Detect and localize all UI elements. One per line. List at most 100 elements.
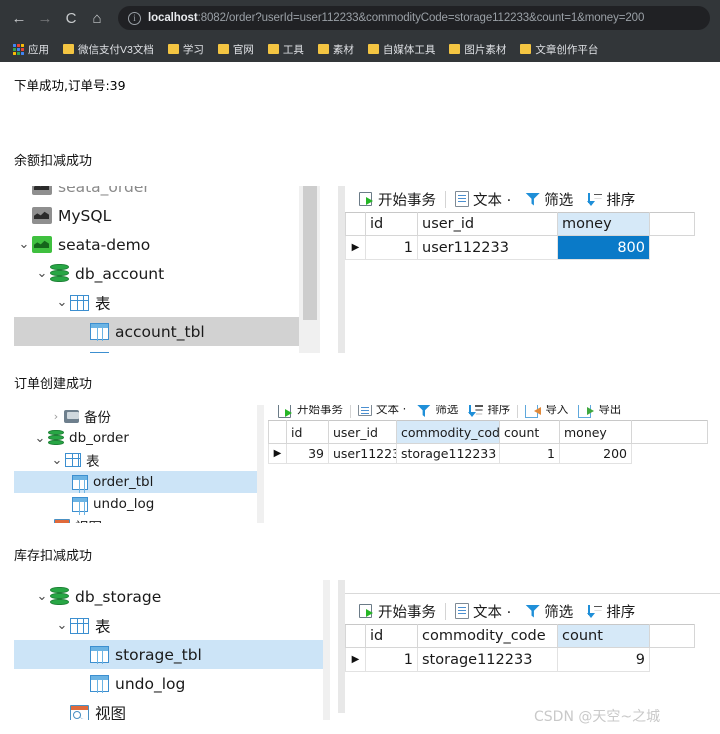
tree-item-label: db_storage	[75, 587, 162, 606]
chevron-down-icon[interactable]: ⌄	[32, 431, 48, 446]
sort-button[interactable]: 排序	[463, 405, 515, 417]
table-row[interactable]: ▶ 1 storage112233 9	[345, 647, 695, 672]
cell-count[interactable]: 9	[557, 647, 650, 672]
reload-icon[interactable]: C	[58, 5, 84, 31]
chevron-down-icon[interactable]: ⌄	[16, 237, 32, 252]
address-bar-url: localhost:8082/order?userId=user112233&c…	[148, 12, 644, 24]
column-header-count[interactable]: count	[499, 420, 560, 444]
import-button[interactable]: 导入	[520, 405, 573, 418]
bookmark-item[interactable]: 素材	[311, 39, 361, 59]
chevron-down-icon[interactable]: ⌄	[34, 266, 50, 281]
tree-item-db-storage[interactable]: ⌄ db_storage	[14, 582, 323, 611]
toolbar-label: 筛选	[544, 192, 574, 209]
column-header-commodity-code[interactable]: commodity_code	[396, 420, 500, 444]
tree-item-db-account[interactable]: ⌄ db_account	[14, 259, 299, 288]
filter-button[interactable]: 筛选	[518, 601, 580, 622]
bookmark-item[interactable]: 自媒体工具	[361, 39, 443, 59]
tree-item-views-clipped[interactable]: 视图	[14, 515, 257, 523]
begin-transaction-button[interactable]: 开始事务	[351, 189, 443, 210]
column-header-user-id[interactable]: user_id	[328, 420, 397, 444]
filter-button[interactable]: 筛选	[518, 189, 580, 210]
filter-button[interactable]: 筛选	[411, 405, 463, 417]
tree-item-tables-folder[interactable]: ⌄ 表	[14, 288, 299, 317]
tree-item-db-order[interactable]: ⌄ db_order	[14, 427, 257, 449]
row-marker[interactable]: ▶	[345, 647, 366, 672]
begin-transaction-button[interactable]: 开始事务	[272, 405, 348, 418]
cell-money[interactable]: 800	[557, 235, 650, 260]
tree-item-seata-demo[interactable]: ⌄ seata-demo	[14, 230, 299, 259]
column-header-money[interactable]: money	[559, 420, 632, 444]
column-header-id[interactable]: id	[365, 624, 418, 648]
navicat-grid-screenshot-order: 开始事务 文本 · 筛选 排序 导入 导出 id user_id commodi…	[268, 405, 720, 523]
cell-user-id[interactable]: user11223	[328, 443, 397, 464]
browser-toolbar: ← → C ⌂ i localhost:8082/order?userId=us…	[0, 0, 720, 36]
text-button[interactable]: 文本 ·	[448, 189, 518, 210]
bookmark-item[interactable]: 图片素材	[442, 39, 513, 59]
column-header-user-id[interactable]: user_id	[417, 212, 558, 236]
cell-count[interactable]: 1	[499, 443, 560, 464]
tree-scrollbar-account[interactable]	[303, 186, 317, 320]
tree-item-undo-log[interactable]: undo_log	[14, 669, 323, 698]
bookmark-item[interactable]: 工具	[261, 39, 311, 59]
chevron-down-icon[interactable]: ⌄	[34, 589, 50, 604]
tree-item-storage-tbl[interactable]: storage_tbl	[14, 640, 323, 669]
cell-commodity-code[interactable]: storage112233	[417, 647, 558, 672]
tree-item-undo-log[interactable]: undo_log	[14, 493, 257, 515]
bookmark-item[interactable]: 学习	[161, 39, 211, 59]
text-button[interactable]: 文本 ·	[353, 405, 411, 417]
bookmark-item[interactable]: 应用	[6, 39, 56, 59]
column-header-count[interactable]: count	[557, 624, 650, 648]
grid-left-gutter[interactable]	[338, 186, 345, 353]
column-header-filler	[649, 624, 695, 648]
sort-button[interactable]: 排序	[580, 601, 642, 622]
chevron-down-icon[interactable]: ⌄	[49, 453, 65, 468]
db-tree-account: seata_order MySQL ⌄ seata-demo ⌄ db_acco…	[14, 186, 299, 353]
column-header-money[interactable]: money	[557, 212, 650, 236]
navicat-tree-screenshot-order: › 备份 ⌄ db_order ⌄ 表 order_tbl undo_log	[14, 405, 264, 523]
cell-id[interactable]: 1	[365, 647, 418, 672]
forward-icon[interactable]: →	[32, 5, 58, 31]
chevron-right-icon[interactable]: ›	[48, 410, 64, 423]
column-header-id[interactable]: id	[365, 212, 418, 236]
cell-id[interactable]: 39	[286, 443, 329, 464]
text-button[interactable]: 文本 ·	[448, 601, 518, 622]
table-row[interactable]: ▶ 39 user11223 storage112233 1 200	[268, 443, 708, 464]
filter-icon	[525, 192, 540, 207]
cell-money[interactable]: 200	[559, 443, 632, 464]
cell-id[interactable]: 1	[365, 235, 418, 260]
bookmark-item[interactable]: 官网	[211, 39, 261, 59]
row-marker[interactable]: ▶	[345, 235, 366, 260]
column-header-commodity-code[interactable]: commodity_code	[417, 624, 558, 648]
tree-item-backup[interactable]: › 备份	[14, 405, 257, 427]
begin-transaction-icon	[277, 405, 293, 418]
tree-item-tables-folder[interactable]: ⌄ 表	[14, 449, 257, 471]
cell-filler	[631, 443, 708, 464]
table-row[interactable]: ▶ 1 user112233 800	[345, 235, 695, 260]
home-icon[interactable]: ⌂	[84, 5, 110, 31]
folder-icon	[217, 44, 229, 54]
view-icon	[70, 704, 89, 720]
sort-button[interactable]: 排序	[580, 189, 642, 210]
chevron-down-icon[interactable]: ⌄	[54, 295, 70, 310]
chevron-down-icon[interactable]: ⌄	[54, 618, 70, 633]
begin-transaction-button[interactable]: 开始事务	[351, 601, 443, 622]
row-marker[interactable]: ▶	[268, 443, 287, 464]
export-button[interactable]: 导出	[573, 405, 626, 418]
tree-item-views[interactable]: 视图	[14, 698, 323, 720]
tree-item-tables-folder[interactable]: ⌄ 表	[14, 611, 323, 640]
mysql-connection-icon	[32, 186, 52, 195]
bookmark-item[interactable]: 微信支付V3文档	[56, 39, 161, 59]
tree-item-mysql[interactable]: MySQL	[14, 201, 299, 230]
tree-item-seata-order[interactable]: seata_order	[14, 186, 299, 201]
cell-user-id[interactable]: user112233	[417, 235, 558, 260]
tree-item-account-tbl[interactable]: account_tbl	[14, 317, 299, 346]
cell-commodity-code[interactable]: storage112233	[396, 443, 500, 464]
column-header-id[interactable]: id	[286, 420, 329, 444]
site-info-icon[interactable]: i	[128, 11, 141, 25]
tree-item-order-tbl[interactable]: order_tbl	[14, 471, 257, 493]
bookmark-item[interactable]: 文章创作平台	[513, 39, 605, 59]
address-bar[interactable]: i localhost:8082/order?userId=user112233…	[118, 6, 710, 30]
grid-left-gutter[interactable]	[338, 580, 345, 713]
tree-item-label: 视图	[75, 516, 102, 523]
back-icon[interactable]: ←	[6, 5, 32, 31]
